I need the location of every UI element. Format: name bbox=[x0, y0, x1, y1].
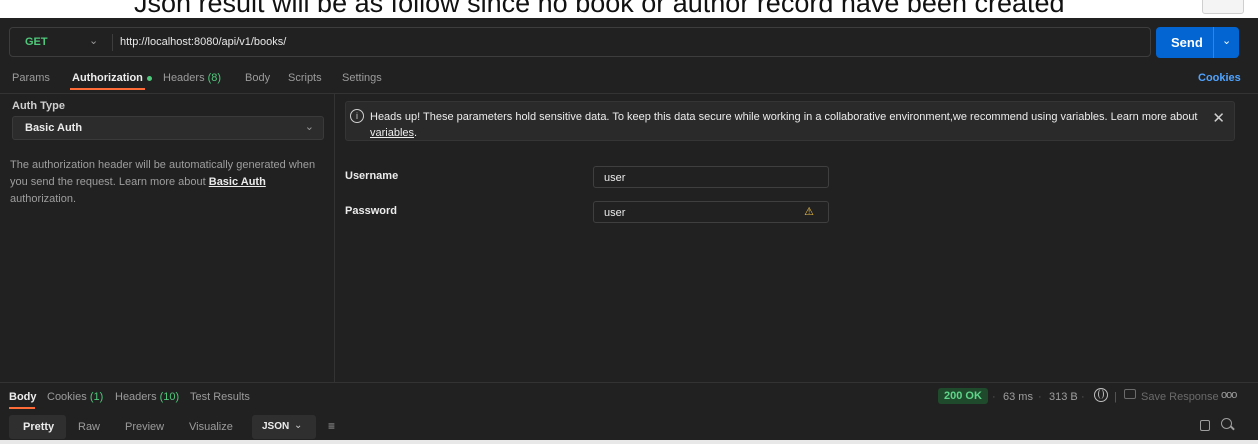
wrap-lines-icon[interactable]: ≡ bbox=[328, 419, 335, 433]
active-dot-icon bbox=[146, 75, 152, 81]
tab-headers-label: Headers bbox=[163, 72, 205, 84]
tab-params[interactable]: Params bbox=[12, 72, 50, 84]
panel-divider[interactable] bbox=[334, 94, 335, 382]
auth-type-select[interactable]: Basic Auth ⌄ bbox=[12, 116, 324, 140]
format-pretty[interactable]: Pretty bbox=[23, 421, 54, 433]
alert-text: Heads up! These parameters hold sensitiv… bbox=[370, 109, 1200, 141]
response-tab-headers[interactable]: Headers (10) bbox=[115, 391, 179, 403]
send-divider bbox=[1213, 27, 1214, 58]
caption-text: Json result will be as follow since no b… bbox=[134, 0, 1065, 18]
globe-icon[interactable] bbox=[1094, 388, 1108, 402]
password-label: Password bbox=[345, 205, 397, 217]
info-icon: i bbox=[350, 109, 364, 123]
response-tab-test-results[interactable]: Test Results bbox=[190, 391, 250, 403]
format-visualize[interactable]: Visualize bbox=[189, 421, 233, 433]
tab-headers[interactable]: Headers (8) bbox=[163, 72, 221, 84]
url-input[interactable]: http://localhost:8080/api/v1/books/ bbox=[120, 36, 286, 48]
tab-authorization[interactable]: Authorization bbox=[72, 72, 152, 84]
meta-separator: · bbox=[1081, 391, 1085, 403]
alert-suffix: . bbox=[414, 127, 418, 139]
chevron-down-icon[interactable]: ⌄ bbox=[89, 34, 98, 47]
more-icon[interactable]: ooo bbox=[1221, 389, 1237, 401]
meta-separator: · bbox=[1038, 391, 1042, 403]
copy-icon[interactable] bbox=[1200, 420, 1210, 431]
tab-authorization-label: Authorization bbox=[72, 72, 143, 84]
close-icon[interactable]: ✕ bbox=[1212, 109, 1225, 127]
sensitive-data-alert: i Heads up! These parameters hold sensit… bbox=[345, 101, 1235, 141]
auth-desc-text: The authorization header will be automat… bbox=[10, 159, 316, 188]
auth-type-label: Auth Type bbox=[12, 100, 65, 112]
response-tab-cookies-label: Cookies bbox=[47, 391, 87, 403]
chevron-down-icon[interactable]: ⌄ bbox=[1222, 34, 1231, 47]
save-response-button[interactable]: Save Response bbox=[1141, 391, 1219, 403]
response-tab-underline bbox=[9, 407, 35, 409]
response-size[interactable]: 313 B bbox=[1049, 391, 1078, 403]
response-tab-headers-count: (10) bbox=[159, 391, 180, 403]
json-format-select[interactable]: JSON ⌄ bbox=[252, 415, 316, 439]
meta-separator: | bbox=[1114, 391, 1117, 403]
format-raw[interactable]: Raw bbox=[78, 421, 100, 433]
username-field[interactable]: user bbox=[593, 166, 829, 188]
url-bar: GET ⌄ http://localhost:8080/api/v1/books… bbox=[9, 27, 1151, 57]
password-value: user bbox=[604, 207, 626, 219]
tab-scripts[interactable]: Scripts bbox=[288, 72, 322, 84]
active-tab-underline bbox=[70, 88, 145, 90]
alert-message: Heads up! These parameters hold sensitiv… bbox=[370, 111, 1198, 123]
status-badge[interactable]: 200 OK bbox=[938, 388, 988, 404]
username-label: Username bbox=[345, 170, 399, 182]
tab-headers-count: (8) bbox=[207, 72, 222, 84]
auth-type-value: Basic Auth bbox=[25, 122, 83, 134]
chevron-down-icon: ⌄ bbox=[294, 420, 303, 431]
response-tab-cookies[interactable]: Cookies (1) bbox=[47, 391, 103, 403]
username-value: user bbox=[604, 172, 626, 184]
response-tab-headers-label: Headers bbox=[115, 391, 157, 403]
format-preview[interactable]: Preview bbox=[125, 421, 164, 433]
method-select[interactable]: GET bbox=[25, 36, 48, 48]
bottom-strip bbox=[0, 440, 1258, 444]
caption-strip: Json result will be as follow since no b… bbox=[0, 0, 1258, 18]
variables-link[interactable]: variables bbox=[370, 127, 414, 139]
response-divider[interactable] bbox=[0, 382, 1258, 383]
tabs-divider bbox=[0, 93, 1258, 94]
caption-box bbox=[1202, 0, 1244, 14]
cookies-link[interactable]: Cookies bbox=[1198, 72, 1241, 84]
basic-auth-link[interactable]: Basic Auth bbox=[209, 176, 266, 188]
tab-body[interactable]: Body bbox=[245, 72, 270, 84]
send-button[interactable]: Send ⌄ bbox=[1156, 27, 1239, 58]
json-label: JSON bbox=[262, 421, 290, 432]
save-icon bbox=[1124, 389, 1136, 399]
chevron-down-icon: ⌄ bbox=[304, 121, 314, 133]
send-label: Send bbox=[1171, 35, 1203, 50]
password-field[interactable]: user ⚠ bbox=[593, 201, 829, 223]
response-time[interactable]: 63 ms bbox=[1003, 391, 1033, 403]
meta-separator: · bbox=[992, 391, 996, 403]
url-divider bbox=[112, 34, 113, 51]
search-icon[interactable] bbox=[1221, 418, 1232, 429]
response-tab-cookies-count: (1) bbox=[89, 391, 104, 403]
auth-description: The authorization header will be automat… bbox=[10, 157, 325, 208]
auth-desc-suffix: authorization. bbox=[10, 193, 77, 205]
warning-icon[interactable]: ⚠ bbox=[804, 205, 814, 218]
tab-settings[interactable]: Settings bbox=[342, 72, 382, 84]
response-tab-body[interactable]: Body bbox=[9, 391, 37, 403]
